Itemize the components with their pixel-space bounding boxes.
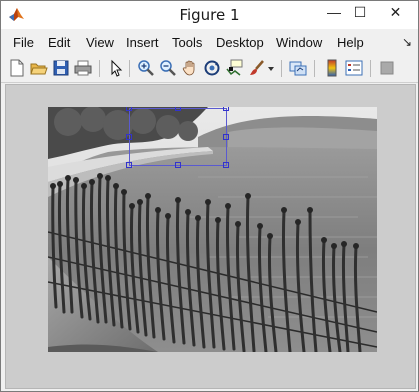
roi-handle-top-right[interactable] bbox=[223, 107, 229, 111]
menu-bar: File Edit View Insert Tools Desktop Wind… bbox=[1, 29, 418, 56]
maximize-button[interactable]: ☐ bbox=[347, 1, 373, 23]
print-figure-icon[interactable] bbox=[74, 59, 92, 77]
save-figure-icon[interactable] bbox=[52, 59, 70, 77]
menu-edit[interactable]: Edit bbox=[48, 35, 70, 50]
menu-insert[interactable]: Insert bbox=[126, 35, 159, 50]
roi-handle-left[interactable] bbox=[126, 134, 132, 140]
menu-file[interactable]: File bbox=[13, 35, 34, 50]
brush-dropdown-icon[interactable] bbox=[267, 59, 275, 77]
roi-handle-bottom-right[interactable] bbox=[223, 162, 229, 168]
brush-icon[interactable] bbox=[248, 59, 266, 77]
toolbar-separator bbox=[370, 60, 371, 77]
open-file-icon[interactable] bbox=[30, 59, 48, 77]
roi-handle-top[interactable] bbox=[175, 107, 181, 111]
menu-view[interactable]: View bbox=[86, 35, 114, 50]
roi-handle-bottom[interactable] bbox=[175, 162, 181, 168]
menu-help[interactable]: Help bbox=[337, 35, 364, 50]
menu-desktop[interactable]: Desktop bbox=[216, 35, 264, 50]
roi-handle-bottom-left[interactable] bbox=[126, 162, 132, 168]
roi-handle-top-left[interactable] bbox=[126, 107, 132, 111]
link-plot-icon[interactable] bbox=[289, 59, 307, 77]
crop-rectangle-roi[interactable] bbox=[126, 107, 229, 168]
new-figure-icon[interactable] bbox=[8, 59, 26, 77]
zoom-in-icon[interactable] bbox=[137, 59, 155, 77]
menu-tools[interactable]: Tools bbox=[172, 35, 202, 50]
figure-window: Figure 1 — ☐ ✕ File Edit View Insert Too… bbox=[0, 0, 419, 392]
minimize-button[interactable]: — bbox=[321, 1, 347, 23]
toolbar-separator bbox=[314, 60, 315, 77]
insert-legend-icon[interactable] bbox=[345, 59, 363, 77]
menu-window[interactable]: Window bbox=[276, 35, 322, 50]
hide-plot-tools-icon[interactable] bbox=[378, 59, 396, 77]
pan-icon[interactable] bbox=[181, 59, 199, 77]
dock-figure-arrow-icon[interactable]: ↘ bbox=[402, 35, 412, 49]
figure-canvas[interactable] bbox=[5, 84, 416, 389]
figure-toolbar bbox=[1, 56, 418, 83]
toolbar-separator bbox=[129, 60, 130, 77]
image-axes[interactable] bbox=[48, 107, 377, 352]
zoom-out-icon[interactable] bbox=[159, 59, 177, 77]
toolbar-separator bbox=[281, 60, 282, 77]
roi-handle-right[interactable] bbox=[223, 134, 229, 140]
insert-colorbar-icon[interactable] bbox=[323, 59, 341, 77]
close-button[interactable]: ✕ bbox=[373, 1, 418, 23]
toolbar-separator bbox=[99, 60, 100, 77]
data-cursor-icon[interactable] bbox=[225, 59, 243, 77]
edit-plot-icon[interactable] bbox=[107, 59, 125, 77]
rotate-3d-icon[interactable] bbox=[203, 59, 221, 77]
title-bar: Figure 1 — ☐ ✕ bbox=[1, 1, 418, 29]
